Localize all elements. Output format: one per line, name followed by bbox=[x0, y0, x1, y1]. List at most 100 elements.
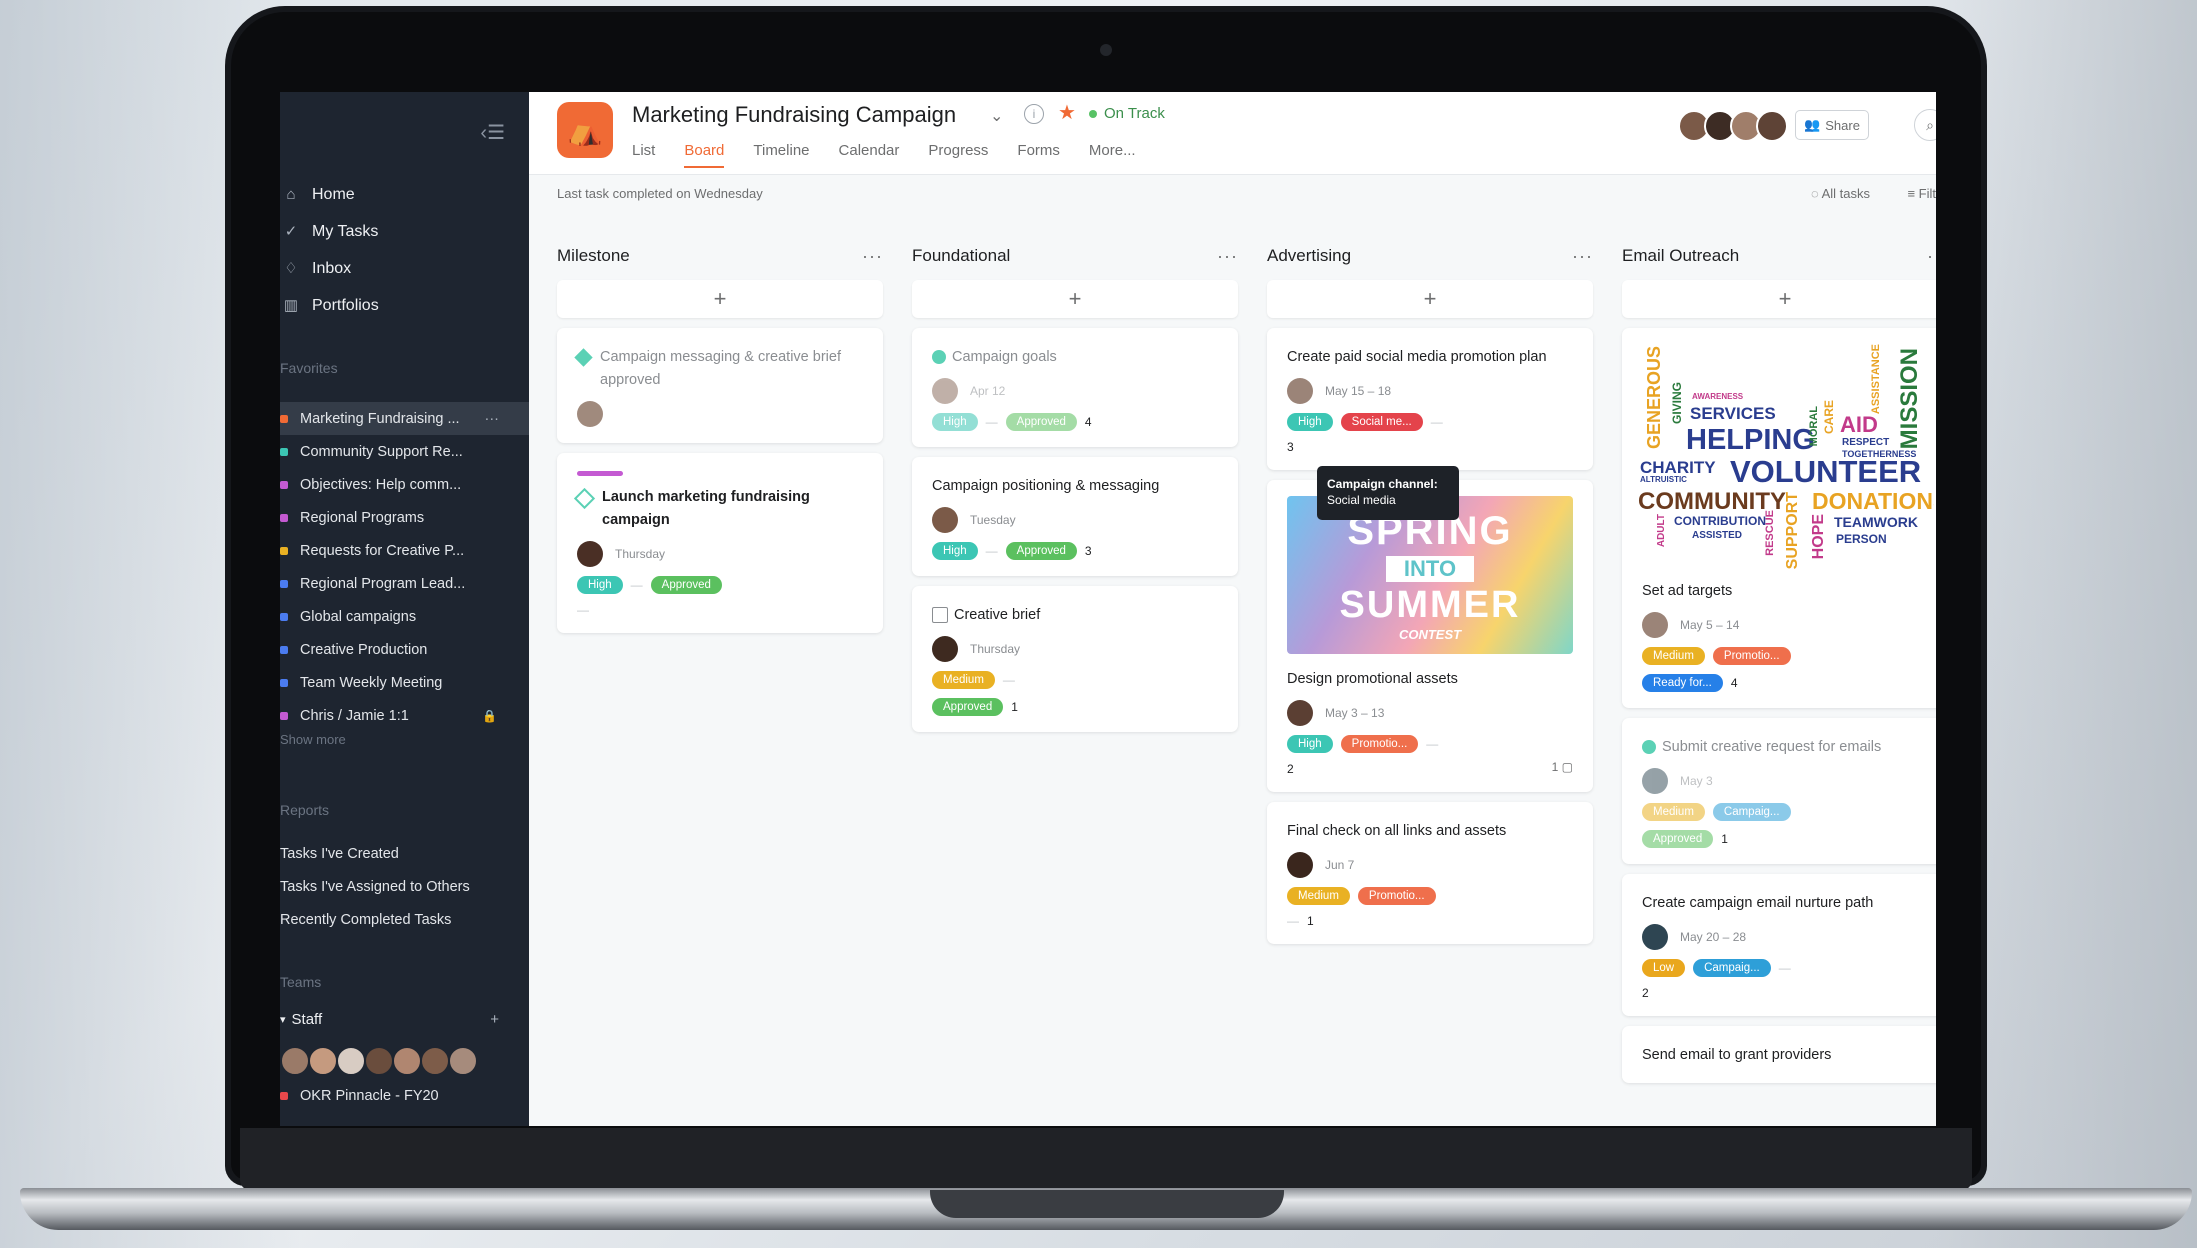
priority-tag[interactable]: Medium bbox=[1642, 647, 1705, 665]
task-card[interactable]: Create campaign email nurture path May 2… bbox=[1622, 874, 1936, 1016]
check-complete-icon[interactable] bbox=[932, 350, 946, 365]
team-staff[interactable]: ▾ Staff + bbox=[280, 1011, 529, 1028]
report-item[interactable]: Tasks I've Assigned to Others bbox=[280, 871, 529, 904]
approval-tag[interactable]: Approved bbox=[1642, 830, 1714, 848]
avatar[interactable] bbox=[336, 1046, 366, 1076]
report-item[interactable]: Tasks I've Created bbox=[280, 838, 529, 871]
favorite-item[interactable]: Marketing Fundraising ... ··· bbox=[280, 402, 529, 435]
priority-tag[interactable]: High bbox=[932, 413, 978, 431]
all-tasks-filter[interactable]: ◌ All tasks bbox=[1811, 186, 1870, 201]
channel-tag[interactable]: Promotio... bbox=[1712, 647, 1791, 665]
avatar[interactable] bbox=[932, 507, 958, 533]
more-options-icon[interactable]: ··· bbox=[485, 411, 500, 427]
approval-tag[interactable]: Approved bbox=[650, 576, 722, 594]
favorite-item[interactable]: Community Support Re... bbox=[280, 435, 529, 468]
add-task-button[interactable]: + bbox=[1622, 280, 1936, 318]
sidebar-item-my-tasks[interactable]: ✓ My Tasks bbox=[280, 213, 529, 250]
more-options-icon[interactable]: ··· bbox=[862, 246, 883, 267]
more-options-icon[interactable]: ··· bbox=[1927, 246, 1936, 267]
approval-tag[interactable]: Approved bbox=[932, 698, 1004, 716]
approval-tag[interactable]: Approved bbox=[1005, 542, 1077, 560]
sidebar-item-home[interactable]: ⌂ Home bbox=[280, 176, 529, 213]
channel-tag[interactable]: Promotio... bbox=[1340, 735, 1419, 753]
favorite-item[interactable]: Objectives: Help comm... bbox=[280, 468, 529, 501]
share-button[interactable]: 👥 Share bbox=[1795, 110, 1869, 140]
okr-project[interactable]: OKR Pinnacle - FY20 bbox=[280, 1088, 439, 1104]
avatar[interactable] bbox=[932, 636, 958, 662]
filter-button[interactable]: ≡ Filt bbox=[1907, 186, 1936, 201]
task-card[interactable]: Campaign messaging & creative brief appr… bbox=[557, 328, 883, 443]
more-options-icon[interactable]: ··· bbox=[1572, 246, 1593, 267]
info-icon[interactable]: i bbox=[1024, 104, 1044, 124]
comment-count[interactable]: 1 ▢ bbox=[1552, 760, 1573, 774]
task-card[interactable]: Submit creative request for emails May 3… bbox=[1622, 718, 1936, 864]
report-item[interactable]: Recently Completed Tasks bbox=[280, 904, 529, 937]
channel-tag[interactable]: Campaig... bbox=[1693, 959, 1771, 977]
tab-timeline[interactable]: Timeline bbox=[753, 142, 809, 168]
favorite-item[interactable]: Creative Production bbox=[280, 633, 529, 666]
task-card[interactable]: Campaign positioning & messaging Tuesday… bbox=[912, 457, 1238, 576]
add-member-icon[interactable]: + bbox=[490, 1011, 499, 1028]
avatar[interactable] bbox=[1642, 612, 1668, 638]
avatar[interactable] bbox=[448, 1046, 478, 1076]
tab-board[interactable]: Board bbox=[684, 142, 725, 168]
sidebar-item-portfolios[interactable]: ▥ Portfolios bbox=[280, 287, 529, 324]
avatar[interactable] bbox=[1287, 700, 1313, 726]
task-card[interactable]: Send email to grant providers bbox=[1622, 1026, 1936, 1083]
approval-tag[interactable]: Approved bbox=[1005, 413, 1077, 431]
add-task-button[interactable]: + bbox=[912, 280, 1238, 318]
member-avatars[interactable] bbox=[1678, 110, 1788, 142]
task-card[interactable]: GENEROUS GIVING SERVICES HELPING AID MIS… bbox=[1622, 328, 1936, 708]
sidebar-item-inbox[interactable]: ♢ Inbox bbox=[280, 250, 529, 287]
tab-more[interactable]: More... bbox=[1089, 142, 1136, 168]
task-card[interactable]: Final check on all links and assets Jun … bbox=[1267, 802, 1593, 944]
avatar[interactable] bbox=[932, 378, 958, 404]
task-card[interactable]: SPRING INTO SUMMER CONTEST Design promot… bbox=[1267, 480, 1593, 792]
priority-tag[interactable]: Low bbox=[1642, 959, 1686, 977]
check-complete-icon[interactable] bbox=[1642, 740, 1656, 755]
avatar[interactable] bbox=[364, 1046, 394, 1076]
priority-tag[interactable]: High bbox=[1287, 413, 1333, 431]
avatar[interactable] bbox=[280, 1046, 310, 1076]
task-card[interactable]: Creative brief Thursday Medium — Approved… bbox=[912, 586, 1238, 732]
avatar[interactable] bbox=[577, 541, 603, 567]
avatar[interactable] bbox=[1287, 378, 1313, 404]
channel-tag[interactable]: Social me... bbox=[1340, 413, 1423, 431]
avatar[interactable] bbox=[1642, 768, 1668, 794]
task-card[interactable]: Launch marketing fundraising campaign Th… bbox=[557, 453, 883, 633]
task-card[interactable]: Campaign goals Apr 12 High — Approved 4 bbox=[912, 328, 1238, 447]
tab-calendar[interactable]: Calendar bbox=[839, 142, 900, 168]
task-card[interactable]: Create paid social media promotion plan … bbox=[1267, 328, 1593, 520]
channel-tag[interactable]: Promotio... bbox=[1357, 887, 1436, 905]
priority-tag[interactable]: Medium bbox=[1287, 887, 1350, 905]
star-icon[interactable]: ★ bbox=[1058, 100, 1076, 125]
tab-progress[interactable]: Progress bbox=[928, 142, 988, 168]
avatar[interactable] bbox=[577, 401, 603, 427]
avatar[interactable] bbox=[308, 1046, 338, 1076]
approval-tag[interactable]: Ready for... bbox=[1642, 674, 1723, 692]
tab-forms[interactable]: Forms bbox=[1017, 142, 1060, 168]
tab-list[interactable]: List bbox=[632, 142, 655, 168]
avatar[interactable] bbox=[1287, 852, 1313, 878]
add-task-button[interactable]: + bbox=[1267, 280, 1593, 318]
avatar[interactable] bbox=[392, 1046, 422, 1076]
status-badge[interactable]: On Track bbox=[1089, 105, 1165, 122]
more-options-icon[interactable]: ··· bbox=[1217, 246, 1238, 267]
avatar[interactable] bbox=[1642, 924, 1668, 950]
favorite-item[interactable]: Team Weekly Meeting bbox=[280, 666, 529, 699]
channel-tag[interactable]: Campaig... bbox=[1712, 803, 1791, 821]
favorite-item[interactable]: Requests for Creative P... bbox=[280, 534, 529, 567]
priority-tag[interactable]: High bbox=[932, 542, 978, 560]
favorite-item[interactable]: Regional Programs bbox=[280, 501, 529, 534]
favorite-item[interactable]: Chris / Jamie 1:1 🔒 bbox=[280, 699, 529, 732]
priority-tag[interactable]: High bbox=[1287, 735, 1333, 753]
priority-tag[interactable]: Medium bbox=[932, 671, 995, 689]
priority-tag[interactable]: Medium bbox=[1642, 803, 1705, 821]
show-more-link[interactable]: Show more bbox=[280, 732, 346, 747]
favorite-item[interactable]: Regional Program Lead... bbox=[280, 567, 529, 600]
collapse-sidebar-icon[interactable]: ‹☰ bbox=[480, 120, 505, 145]
avatar[interactable] bbox=[420, 1046, 450, 1076]
add-task-button[interactable]: + bbox=[557, 280, 883, 318]
priority-tag[interactable]: High bbox=[577, 576, 623, 594]
favorite-item[interactable]: Global campaigns bbox=[280, 600, 529, 633]
